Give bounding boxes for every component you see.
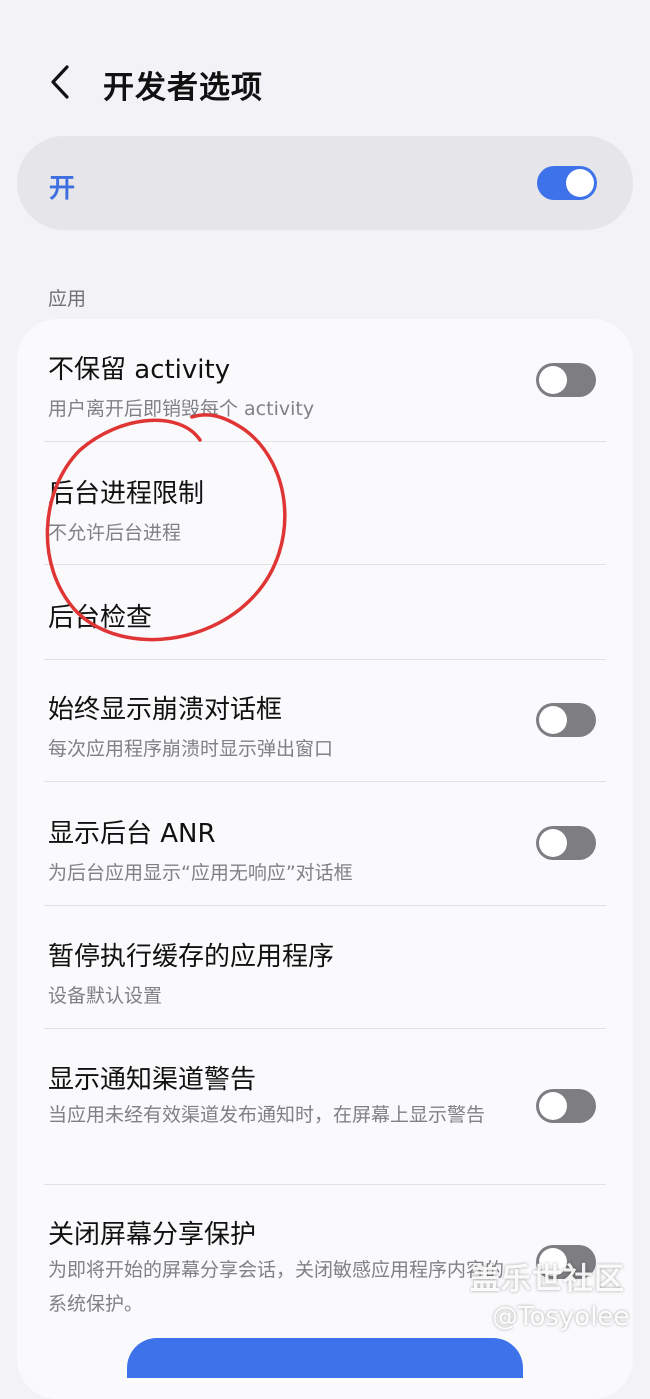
divider [44,564,606,565]
chevron-left-icon [51,65,69,99]
setting-title: 始终显示崩溃对话框 [48,695,283,725]
setting-background-process-limit[interactable]: 后台进程限制 不允许后台进程 [48,473,608,550]
setting-title: 后台检查 [48,603,153,633]
toggle-knob [539,829,567,857]
setting-title: 后台进程限制 [48,479,205,509]
toggle-knob [539,366,567,394]
setting-background-check[interactable]: 后台检查 [48,597,608,634]
toggle-knob [566,169,594,197]
app-header: 开发者选项 [0,0,650,140]
setting-subtitle: 为即将开始的屏幕分享会话，关闭敏感应用程序内容的系统保护。 [48,1259,505,1315]
setting-subtitle: 每次应用程序崩溃时显示弹出窗口 [48,738,334,760]
setting-title: 暂停执行缓存的应用程序 [48,942,335,972]
divider [44,905,606,906]
setting-title: 显示后台 ANR [48,819,216,849]
divider [44,659,606,660]
setting-always-show-crash-dialog[interactable]: 始终显示崩溃对话框 每次应用程序崩溃时显示弹出窗口 [48,689,608,766]
setting-notification-channel-warnings[interactable]: 显示通知渠道警告 当应用未经有效渠道发布通知时，在屏幕上显示警告 [48,1059,608,1132]
setting-subtitle: 用户离开后即销毁每个 activity [48,398,315,420]
divider [44,1184,606,1185]
page-title: 开发者选项 [103,70,263,106]
setting-subtitle: 为后台应用显示“应用无响应”对话框 [48,862,353,884]
divider [44,441,606,442]
setting-subtitle: 当应用未经有效渠道发布通知时，在屏幕上显示警告 [48,1104,486,1126]
toggle-knob [539,706,567,734]
toggle-dont-keep-activities[interactable] [536,363,596,397]
divider [44,781,606,782]
watermark-community: 盖乐世社区 [470,1262,625,1297]
master-switch-row[interactable]: 开 [17,136,633,230]
toggle-always-show-crash-dialog[interactable] [536,703,596,737]
setting-subtitle: 不允许后台进程 [48,522,182,544]
master-switch-label: 开 [49,174,76,204]
setting-dont-keep-activities[interactable]: 不保留 activity 用户离开后即销毁每个 activity [48,349,608,426]
setting-title: 不保留 activity [48,355,231,385]
settings-card: 不保留 activity 用户离开后即销毁每个 activity 后台进程限制 … [17,319,633,1399]
setting-title: 显示通知渠道警告 [48,1065,257,1095]
setting-subtitle: 设备默认设置 [48,985,163,1007]
divider [44,1028,606,1029]
toggle-knob [539,1092,567,1120]
back-button[interactable] [40,60,80,104]
setting-suspend-cached-apps[interactable]: 暂停执行缓存的应用程序 设备默认设置 [48,936,608,1013]
setting-title: 关闭屏幕分享保护 [48,1220,257,1250]
toggle-show-background-anr[interactable] [536,826,596,860]
watermark-username: @Tosyolee [492,1302,630,1332]
toggle-notification-channel-warnings[interactable] [536,1089,596,1123]
section-label-apps: 应用 [48,288,87,310]
setting-show-background-anr[interactable]: 显示后台 ANR 为后台应用显示“应用无响应”对话框 [48,813,608,890]
master-toggle[interactable] [537,166,597,200]
bottom-action-button[interactable] [127,1338,523,1378]
